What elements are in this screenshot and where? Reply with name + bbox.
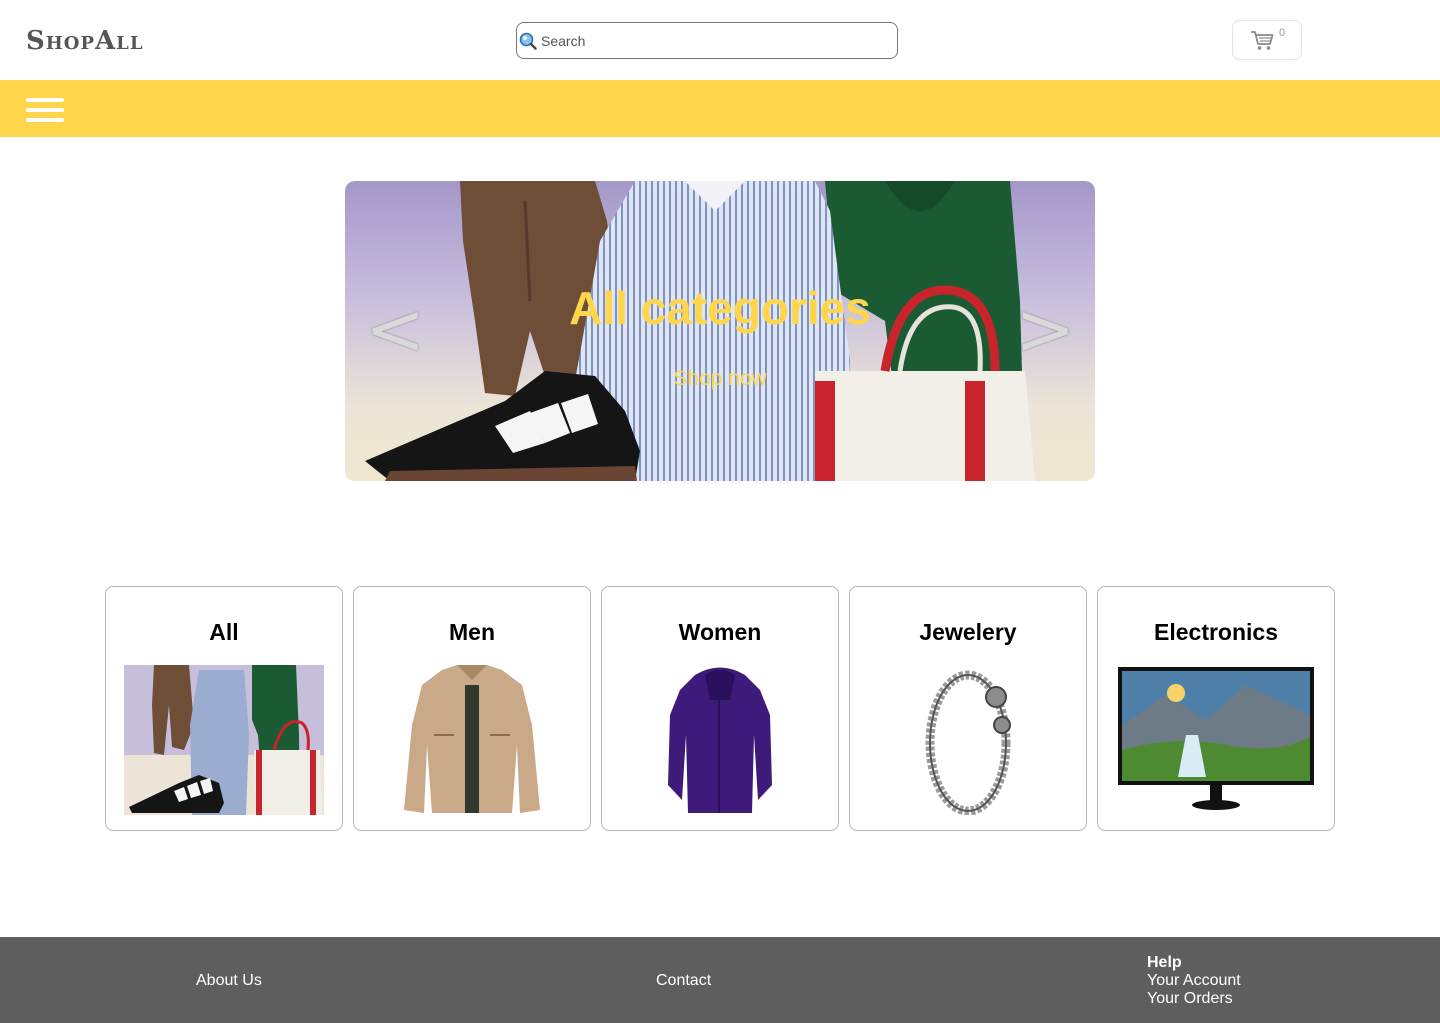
category-card-women[interactable]: Women [601,586,839,831]
category-image-women [668,667,772,813]
footer-about-link[interactable]: About Us [196,972,262,990]
cart-button[interactable]: 0 [1232,20,1302,60]
category-card-jewelery[interactable]: Jewelery [849,586,1087,831]
search-icon [519,32,537,50]
category-card-men[interactable]: Men [353,586,591,831]
hero-banner[interactable]: < > All categories Shop now [345,181,1095,481]
category-title: Jewelery [919,619,1017,645]
footer-account-link[interactable]: Your Account [1147,972,1241,990]
category-image-men [404,665,540,813]
cart-count: 0 [1279,27,1286,39]
nav-bar [0,80,1440,137]
category-card-all[interactable]: All [105,586,343,831]
footer: About Us Contact Help Your Account Your … [0,937,1440,1023]
category-title: All [209,619,239,645]
hamburger-menu-icon[interactable] [26,98,64,122]
footer-contact-link[interactable]: Contact [656,972,711,990]
cart-icon [1251,31,1274,50]
footer-help-heading: Help [1147,954,1182,971]
category-title: Electronics [1154,619,1278,645]
shop-now-link[interactable]: Shop now [345,367,1095,391]
banner-title: All categories [569,282,871,334]
search-input[interactable] [541,23,891,58]
page: ShopAll 0 [0,0,1440,1023]
category-image-all [124,665,324,815]
search-bar[interactable] [516,22,898,59]
category-image-jewelery [925,670,1011,815]
category-image-electronics [1118,667,1314,810]
category-card-electronics[interactable]: Electronics [1097,586,1335,831]
logo[interactable]: ShopAll [26,26,143,56]
footer-orders-link[interactable]: Your Orders [1147,990,1233,1008]
header: ShopAll 0 [0,0,1440,80]
category-title: Women [678,619,762,645]
category-title: Men [449,619,495,645]
